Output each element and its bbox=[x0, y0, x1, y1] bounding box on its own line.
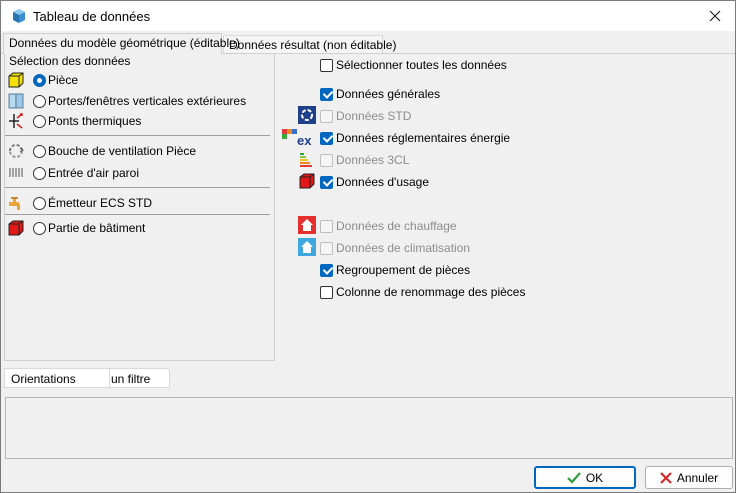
red-cube-icon bbox=[299, 173, 315, 189]
checkbox-label-heating: Données de chauffage bbox=[336, 219, 457, 233]
title-bar: Tableau de données bbox=[1, 1, 735, 31]
checkbox-label-3cl: Données 3CL bbox=[336, 153, 410, 167]
checkbox-row-heating[interactable]: Données de chauffage bbox=[320, 217, 457, 235]
ventilation-icon bbox=[9, 144, 24, 158]
checkbox-label-rename-column: Colonne de renommage des pièces bbox=[336, 285, 526, 299]
checkbox-usage[interactable] bbox=[320, 175, 333, 189]
checkbox-row-usage[interactable]: Données d'usage bbox=[320, 173, 429, 191]
radio-label-air-inlet: Entrée d'air paroi bbox=[48, 166, 140, 180]
house-cooling-icon bbox=[298, 238, 316, 256]
tab-orientations[interactable]: Orientations bbox=[4, 368, 110, 388]
checkbox-rename-column[interactable] bbox=[320, 285, 333, 299]
group-separator bbox=[5, 214, 270, 215]
tab-geometric-model[interactable]: Données du modèle géométrique (éditable) bbox=[3, 33, 240, 54]
radio-windows[interactable] bbox=[33, 94, 46, 108]
radio-piece[interactable] bbox=[33, 73, 46, 87]
radio-row-piece[interactable]: Pièce bbox=[7, 71, 78, 89]
checkbox-row-general[interactable]: Données générales bbox=[320, 85, 440, 103]
checkbox-label-grouping: Regroupement de pièces bbox=[336, 263, 471, 277]
checkbox-row-select-all[interactable]: Sélectionner toutes les données bbox=[320, 56, 507, 74]
ok-button-label: OK bbox=[585, 470, 604, 485]
checkbox-cooling[interactable] bbox=[320, 241, 333, 255]
radio-ventilation[interactable] bbox=[33, 144, 46, 158]
radio-label-building-part: Partie de bâtiment bbox=[48, 221, 146, 235]
dialog-window: Tableau de données Données du modèle géo… bbox=[0, 0, 736, 493]
radio-air-inlet[interactable] bbox=[33, 166, 46, 180]
close-icon bbox=[709, 10, 721, 22]
data-selection-label: Sélection des données bbox=[9, 54, 131, 68]
faucet-icon bbox=[9, 197, 20, 210]
radio-label-thermal-bridges: Ponts thermiques bbox=[48, 114, 142, 128]
bottom-panel bbox=[5, 397, 733, 459]
checkbox-label-general: Données générales bbox=[336, 87, 441, 101]
checkbox-3cl[interactable] bbox=[320, 153, 333, 167]
group-separator bbox=[5, 187, 270, 188]
checkmark-icon bbox=[567, 471, 581, 484]
air-inlet-icon bbox=[9, 168, 23, 177]
radio-label-windows: Portes/fenêtres verticales extérieures bbox=[48, 94, 247, 108]
radio-label-ventilation: Bouche de ventilation Pièce bbox=[48, 144, 197, 158]
close-button[interactable] bbox=[695, 1, 735, 31]
window-icon bbox=[8, 93, 24, 109]
checkbox-row-3cl[interactable]: Données 3CL bbox=[320, 151, 409, 169]
group-separator bbox=[5, 135, 270, 136]
radio-row-windows[interactable]: Portes/fenêtres verticales extérieures bbox=[7, 92, 246, 110]
ok-button[interactable]: OK bbox=[534, 466, 636, 489]
checkbox-label-regulatory: Données réglementaires énergie bbox=[336, 131, 511, 145]
checkbox-row-std[interactable]: Données STD bbox=[320, 107, 411, 125]
checkbox-label-select-all: Sélectionner toutes les données bbox=[336, 58, 507, 72]
radio-thermal-bridges[interactable] bbox=[33, 114, 46, 128]
checkbox-row-regulatory[interactable]: Données réglementaires énergie bbox=[320, 129, 510, 147]
checkbox-row-cooling[interactable]: Données de climatisation bbox=[320, 239, 470, 257]
house-heating-icon bbox=[298, 216, 316, 234]
radio-row-thermal-bridges[interactable]: Ponts thermiques bbox=[7, 112, 141, 130]
checkbox-regulatory[interactable] bbox=[320, 131, 333, 145]
energy-label-icon bbox=[300, 153, 312, 167]
checkbox-heating[interactable] bbox=[320, 219, 333, 233]
radio-building-part[interactable] bbox=[33, 221, 46, 235]
cancel-button-label: Annuler bbox=[676, 470, 719, 485]
thermal-bridge-icon bbox=[9, 113, 23, 129]
checkbox-select-all[interactable] bbox=[320, 58, 333, 72]
radio-row-air-inlet[interactable]: Entrée d'air paroi bbox=[7, 164, 139, 182]
checkbox-std[interactable] bbox=[320, 109, 333, 123]
ex-icon: ex bbox=[282, 129, 312, 146]
radio-label-ecs-emitter: Émetteur ECS STD bbox=[48, 196, 153, 210]
checkbox-label-usage: Données d'usage bbox=[336, 175, 430, 189]
cancel-button[interactable]: Annuler bbox=[645, 466, 733, 489]
radio-ecs-emitter[interactable] bbox=[33, 196, 46, 210]
svg-text:ex: ex bbox=[297, 133, 312, 146]
checkbox-grouping[interactable] bbox=[320, 263, 333, 277]
radio-row-building-part[interactable]: Partie de bâtiment bbox=[7, 219, 145, 237]
checkbox-row-rename-column[interactable]: Colonne de renommage des pièces bbox=[320, 283, 525, 301]
radio-row-ecs-emitter[interactable]: Émetteur ECS STD bbox=[7, 194, 152, 212]
checkbox-general[interactable] bbox=[320, 87, 333, 101]
checkbox-label-std: Données STD bbox=[336, 109, 412, 123]
radio-row-ventilation[interactable]: Bouche de ventilation Pièce bbox=[7, 142, 196, 160]
red-cube-icon bbox=[8, 220, 24, 236]
std-icon bbox=[298, 106, 316, 124]
tab-results[interactable]: Données résultat (non éditable) bbox=[223, 35, 396, 54]
radio-label-piece: Pièce bbox=[48, 73, 79, 87]
app-icon bbox=[13, 9, 25, 23]
cancel-x-icon bbox=[660, 471, 672, 484]
window-title: Tableau de données bbox=[33, 9, 151, 24]
checkbox-row-grouping[interactable]: Regroupement de pièces bbox=[320, 261, 470, 279]
checkbox-label-cooling: Données de climatisation bbox=[336, 241, 471, 255]
yellow-cube-icon bbox=[8, 72, 24, 88]
